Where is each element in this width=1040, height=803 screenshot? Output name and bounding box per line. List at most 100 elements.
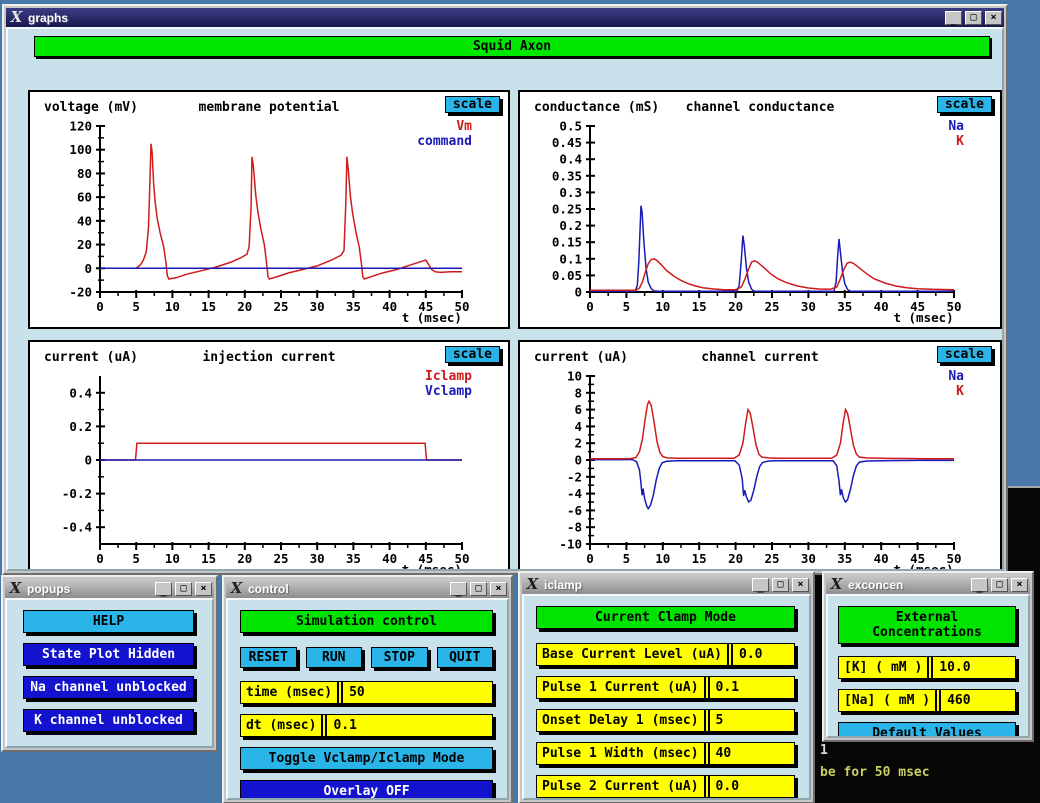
reset-button[interactable]: RESET [240,647,297,668]
na-channel-block-button[interactable]: Na channel unblocked [23,676,194,699]
svg-text:0: 0 [574,285,582,300]
dt-field-value[interactable]: 0.1 [325,715,492,736]
titlebar-exconcen[interactable]: X exconcen _ □ × [826,575,1030,594]
y-axis-label: current (uA) [44,350,138,365]
maximize-icon[interactable]: □ [175,582,192,596]
help-button[interactable]: HELP [23,610,194,633]
svg-text:120: 120 [69,120,92,134]
graph-panel-channel-conductance: conductance (mS) channel conductance sca… [518,90,1002,329]
maximize-icon[interactable]: □ [965,11,982,25]
default-values-button[interactable]: Default Values [838,722,1016,738]
pulse1-current-value[interactable]: 0.1 [708,677,794,698]
stop-button[interactable]: STOP [371,647,428,668]
simulation-title-banner: Squid Axon [34,36,990,57]
toggle-clamp-mode-button[interactable]: Toggle Vclamp/Iclamp Mode [240,747,493,770]
svg-text:0.2: 0.2 [69,419,92,434]
svg-text:-20: -20 [69,285,92,300]
time-field-value[interactable]: 50 [341,682,492,703]
svg-text:0: 0 [96,551,104,566]
overlay-button[interactable]: Overlay OFF [240,780,493,800]
graph-panel-channel-current: current (uA) channel current scale Na K … [518,340,1002,571]
legend-entry: command [417,134,472,149]
minimize-icon[interactable]: _ [971,578,988,592]
svg-text:10: 10 [165,551,180,566]
svg-text:25: 25 [273,299,288,314]
close-icon[interactable]: × [1011,578,1028,592]
minimize-icon[interactable]: _ [155,582,172,596]
maximize-icon[interactable]: □ [470,582,487,596]
titlebar-graphs[interactable]: X graphs _ □ × [6,8,1004,27]
close-icon[interactable]: × [985,11,1002,25]
close-icon[interactable]: × [195,582,212,596]
svg-text:0.2: 0.2 [559,218,582,233]
close-icon[interactable]: × [490,582,507,596]
svg-text:20: 20 [77,237,92,252]
svg-text:10: 10 [655,299,670,314]
svg-text:40: 40 [77,213,92,228]
chart-plot: -10-8-6-4-2024681005101520253035404550t … [520,370,1000,571]
graph-panel-membrane-potential: voltage (mV) membrane potential scale Vm… [28,90,510,329]
svg-text:0: 0 [586,299,594,314]
svg-text:25: 25 [764,551,779,566]
scale-button[interactable]: scale [937,96,992,113]
titlebar-iclamp[interactable]: X iclamp _ □ × [522,575,811,594]
pulse2-current-value[interactable]: 0.0 [708,776,794,797]
onset-delay1-value[interactable]: 5 [708,710,794,731]
base-current-value[interactable]: 0.0 [731,644,794,665]
svg-text:30: 30 [310,299,325,314]
titlebar-popups[interactable]: X popups _ □ × [5,579,214,598]
maximize-icon[interactable]: □ [991,578,1008,592]
pulse1-width-value[interactable]: 40 [708,743,794,764]
pulse1-current-label: Pulse 1 Current (uA) [537,677,706,698]
svg-text:15: 15 [692,551,707,566]
x11-logo-icon: X [8,10,25,25]
svg-text:t (msec): t (msec) [402,562,462,571]
minimize-icon[interactable]: _ [945,11,962,25]
svg-text:35: 35 [346,299,361,314]
k-concentration-value[interactable]: 10.0 [931,657,1015,678]
svg-text:0.4: 0.4 [559,152,582,167]
na-concentration-value[interactable]: 460 [939,690,1015,711]
svg-text:35: 35 [837,299,852,314]
na-concentration-row: [Na] ( mM ) 460 [838,689,1016,712]
svg-text:40: 40 [874,551,889,566]
quit-button[interactable]: QUIT [437,647,494,668]
titlebar-control[interactable]: X control _ □ × [226,579,509,598]
svg-text:4: 4 [574,419,582,434]
legend-entry: K [948,134,964,149]
chart-title: channel conductance [686,100,835,115]
window-title: exconcen [848,578,903,592]
legend: Na K [948,119,964,149]
svg-text:0.1: 0.1 [559,251,582,266]
close-icon[interactable]: × [792,578,809,592]
scale-button[interactable]: scale [445,96,500,113]
window-control: X control _ □ × Simulation control RESET… [222,575,513,803]
svg-text:-2: -2 [567,469,582,484]
svg-text:20: 20 [728,551,743,566]
svg-text:-6: -6 [567,503,582,518]
y-axis-label: current (uA) [534,350,628,365]
x11-logo-icon: X [228,581,245,596]
legend-entry: Vclamp [425,384,472,399]
svg-text:20: 20 [728,299,743,314]
k-channel-block-button[interactable]: K channel unblocked [23,709,194,732]
k-concentration-row: [K] ( mM ) 10.0 [838,656,1016,679]
svg-text:0.3: 0.3 [559,185,582,200]
maximize-icon[interactable]: □ [772,578,789,592]
chart-title: membrane potential [199,100,340,115]
state-plot-button[interactable]: State Plot Hidden [23,643,194,666]
svg-text:-10: -10 [559,537,582,552]
dt-field-label: dt (msec) [241,715,323,736]
run-button[interactable]: RUN [306,647,363,668]
window-title: popups [27,582,70,596]
minimize-icon[interactable]: _ [752,578,769,592]
minimize-icon[interactable]: _ [450,582,467,596]
scale-button[interactable]: scale [445,346,500,363]
control-header: Simulation control [240,610,493,633]
svg-text:30: 30 [801,551,816,566]
y-axis-label: conductance (mS) [534,100,659,115]
svg-text:10: 10 [567,370,582,384]
terminal-line: be for 50 msec [820,765,930,780]
svg-text:2: 2 [574,436,582,451]
scale-button[interactable]: scale [937,346,992,363]
